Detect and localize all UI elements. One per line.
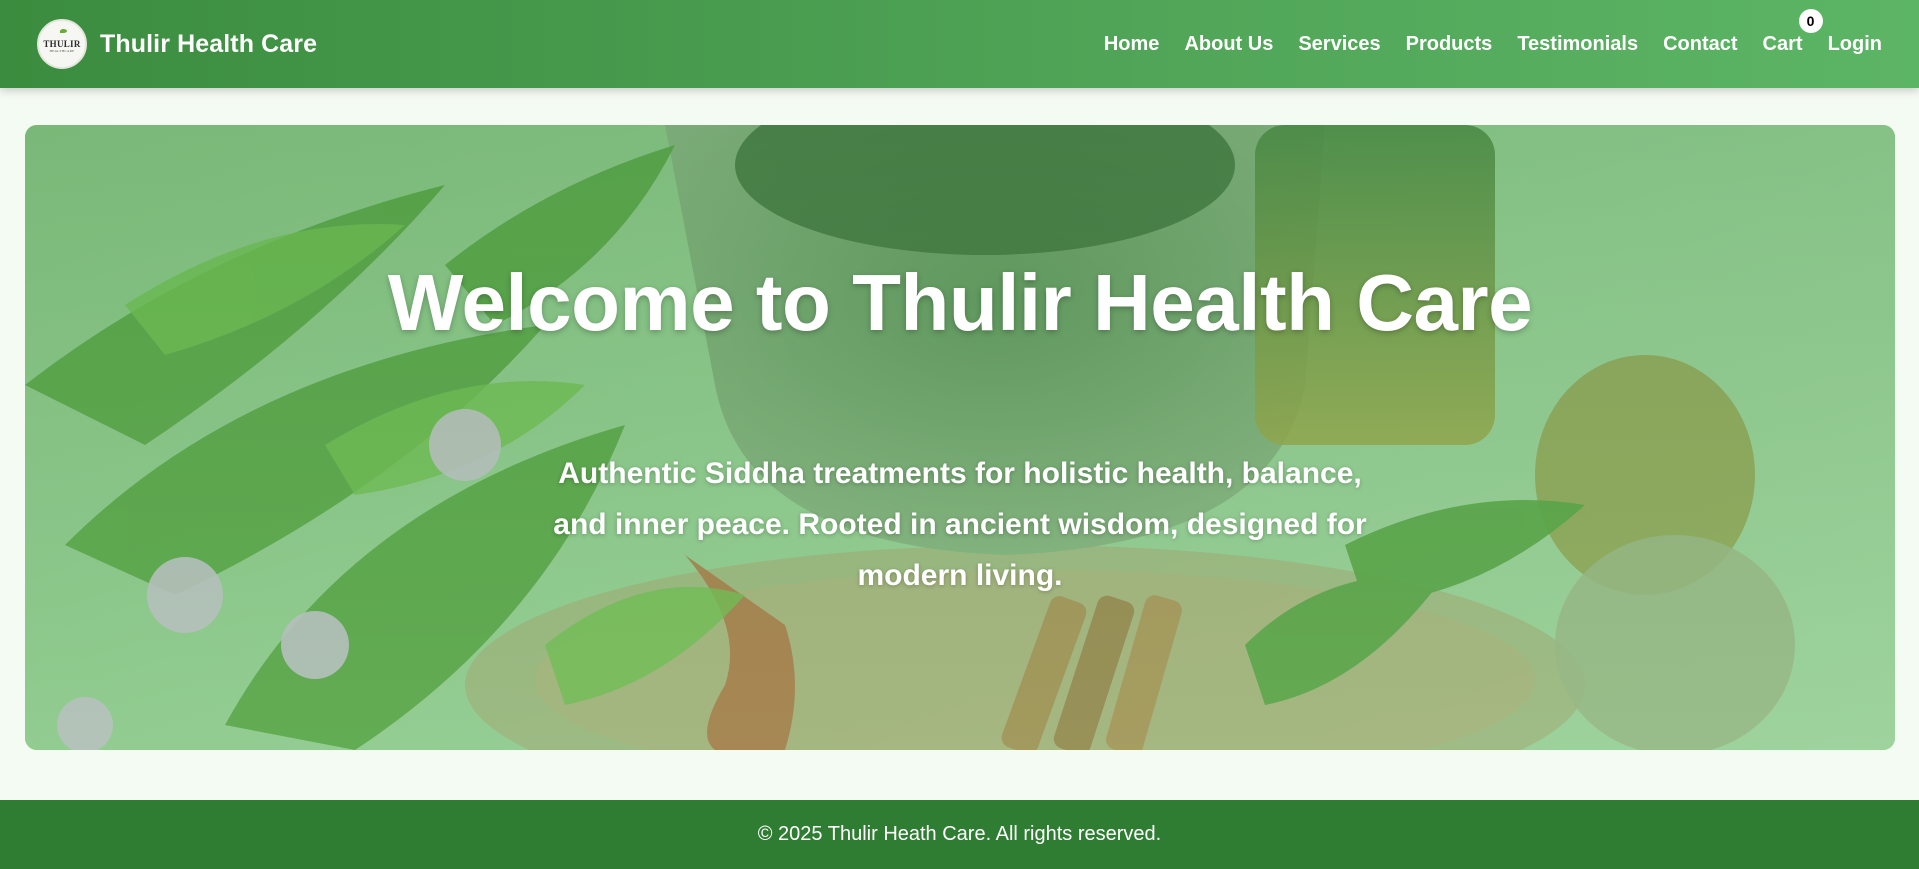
hero-subtitle: Authentic Siddha treatments for holistic… <box>553 457 1367 592</box>
nav-services-link[interactable]: Services <box>1298 33 1380 56</box>
brand[interactable]: THULIR HEALTHCARE Thulir Health Care <box>37 19 317 69</box>
nav-testimonials-link[interactable]: Testimonials <box>1517 33 1638 56</box>
hero-overlay <box>25 125 1895 750</box>
cart-label: Cart <box>1762 32 1803 55</box>
logo-text: THULIR <box>43 39 81 49</box>
brand-name[interactable]: Thulir Health Care <box>100 30 317 59</box>
logo-subtext: HEALTHCARE <box>49 49 75 53</box>
navbar: THULIR HEALTHCARE Thulir Health Care Hom… <box>0 0 1919 88</box>
footer: © 2025 Thulir Heath Care. All rights res… <box>0 800 1919 869</box>
main-nav: Home About Us Services Products Testimon… <box>1104 8 1882 56</box>
leaf-icon <box>60 29 67 33</box>
hero-banner: Welcome to Thulir Health Care Authentic … <box>25 125 1895 750</box>
nav-login-link[interactable]: Login <box>1828 33 1882 56</box>
nav-products-link[interactable]: Products <box>1406 33 1493 56</box>
nav-about-link[interactable]: About Us <box>1184 33 1273 56</box>
nav-contact-link[interactable]: Contact <box>1663 33 1737 56</box>
logo[interactable]: THULIR HEALTHCARE <box>37 19 87 69</box>
nav-cart-link[interactable]: Cart 0 <box>1762 8 1823 56</box>
footer-copyright: © 2025 Thulir Heath Care. All rights res… <box>757 823 1162 845</box>
nav-home-link[interactable]: Home <box>1104 33 1160 56</box>
hero-title: Welcome to Thulir Health Care <box>387 258 1533 347</box>
cart-count-badge: 0 <box>1798 8 1823 33</box>
